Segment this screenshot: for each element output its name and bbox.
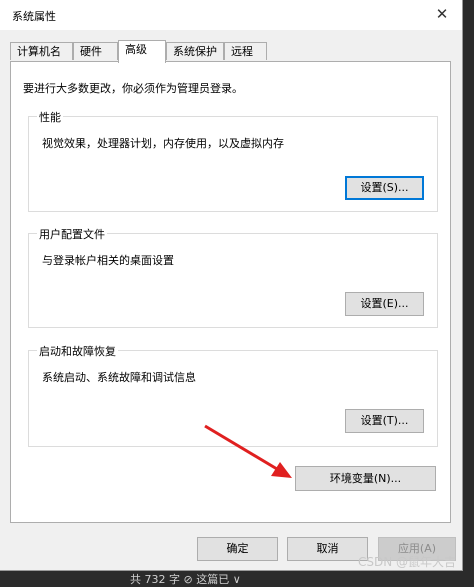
red-arrow-annotation [204,424,292,478]
arrow-head [271,462,292,478]
watermark: CSDN @鼠年大吉 [358,555,457,569]
tab-advanced[interactable]: 高级 [118,40,166,63]
bottom-page-fragment: 共 732 字 ⊘ 这篇已 ∨ [130,573,241,586]
arrow-shaft [204,424,278,471]
